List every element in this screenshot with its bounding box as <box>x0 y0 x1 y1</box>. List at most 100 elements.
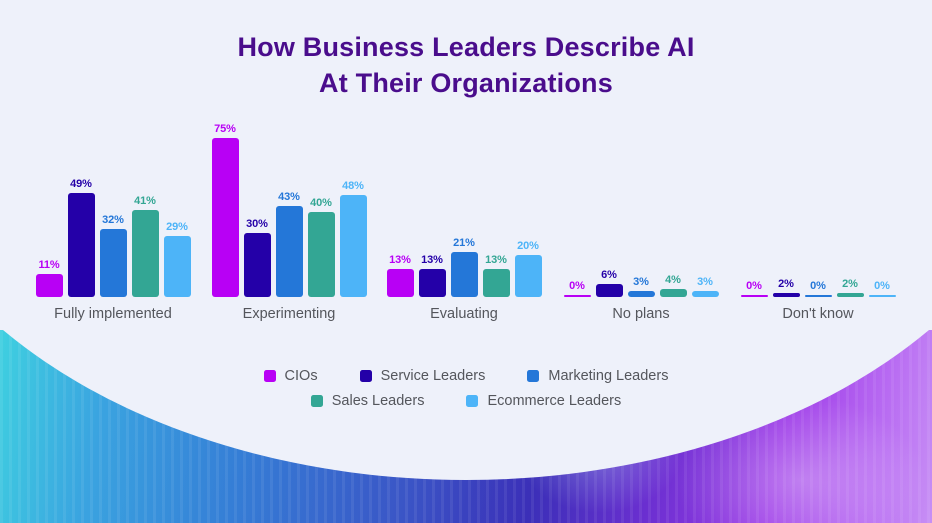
bar-group: 13% 13% 21% 13% 20% Evaluating <box>384 0 544 340</box>
bar[interactable] <box>243 233 271 297</box>
bar-group: 75% 30% 43% 40% 48% Experimenting <box>209 0 369 340</box>
bar-slot[interactable]: 21% <box>450 97 478 297</box>
bar[interactable] <box>691 290 719 297</box>
bar-value-label: 0% <box>810 280 826 292</box>
bar-group-bars: 0% 6% 3% 4% 3% <box>561 97 721 297</box>
bar-value-label: 6% <box>601 269 617 282</box>
bar-value-label: 43% <box>278 190 300 203</box>
bar-slot[interactable]: 4% <box>659 97 687 297</box>
bar[interactable] <box>595 284 623 297</box>
bar-value-label: 41% <box>134 195 156 208</box>
chart-legend: CIOs Service Leaders Marketing Leaders Sal… <box>0 368 932 418</box>
bar[interactable] <box>418 269 446 297</box>
bar-slot[interactable]: 13% <box>482 97 510 297</box>
legend-item[interactable]: Sales Leaders <box>310 393 425 409</box>
legend-swatch-icon <box>527 370 540 382</box>
category-label: Experimenting <box>242 306 336 322</box>
bar-slot[interactable]: 40% <box>307 97 335 297</box>
bar-slot[interactable]: 3% <box>627 97 655 297</box>
bar-value-label: 0% <box>874 280 890 292</box>
legend-label: Service Leaders <box>380 368 486 384</box>
bar-slot[interactable]: 0% <box>563 97 591 297</box>
bar-slot[interactable]: 29% <box>163 97 191 297</box>
bar[interactable] <box>450 252 478 297</box>
bar[interactable] <box>659 288 687 297</box>
bar[interactable] <box>131 210 159 297</box>
bar-slot[interactable]: 2% <box>772 97 800 297</box>
bar-slot[interactable]: 0% <box>740 97 768 297</box>
bar-slot[interactable]: 48% <box>339 97 367 297</box>
bar[interactable] <box>804 295 832 297</box>
bar-value-label: 2% <box>778 277 794 290</box>
category-label: Don't know <box>782 306 854 322</box>
bar-slot[interactable]: 43% <box>275 97 303 297</box>
legend-swatch-icon <box>359 370 372 382</box>
bar-value-label: 13% <box>389 254 411 267</box>
bar-group-bars: 75% 30% 43% 40% 48% <box>209 97 369 297</box>
bar-slot[interactable]: 0% <box>804 97 832 297</box>
bar-slot[interactable]: 20% <box>514 97 542 297</box>
category-label: No plans <box>612 306 670 322</box>
bar[interactable] <box>275 205 303 297</box>
bar-value-label: 0% <box>746 280 762 292</box>
category-label: Evaluating <box>430 306 498 322</box>
bar-slot[interactable]: 11% <box>35 97 63 297</box>
legend-item[interactable]: Ecommerce Leaders <box>466 393 621 409</box>
bar[interactable] <box>307 212 335 297</box>
bar-slot[interactable]: 32% <box>99 97 127 297</box>
bar[interactable] <box>163 235 191 297</box>
bar[interactable] <box>99 229 127 297</box>
category-label: Fully implemented <box>54 306 172 322</box>
bar-group: 0% 6% 3% 4% 3% No plans <box>561 0 721 340</box>
legend-item[interactable]: CIOs <box>263 368 318 384</box>
bar-group-bars: 13% 13% 21% 13% 20% <box>384 97 544 297</box>
bar-group: 0% 2% 0% 2% 0% Don't know <box>738 0 898 340</box>
bar-value-label: 0% <box>569 280 585 292</box>
chart-canvas: How Business Leaders Describe AI At Thei… <box>0 0 932 523</box>
bar-value-label: 40% <box>310 197 332 210</box>
bar-slot[interactable]: 0% <box>868 97 896 297</box>
bar[interactable] <box>772 292 800 297</box>
bar-slot[interactable]: 75% <box>211 97 239 297</box>
bar-value-label: 3% <box>633 275 649 288</box>
legend-swatch-icon <box>263 370 276 382</box>
bar[interactable] <box>836 292 864 297</box>
bar-value-label: 3% <box>697 275 713 288</box>
bar-slot[interactable]: 2% <box>836 97 864 297</box>
legend-row-1: CIOs Service Leaders Marketing Leaders <box>0 368 932 384</box>
legend-item[interactable]: Marketing Leaders <box>527 368 668 384</box>
bar-value-label: 29% <box>166 220 188 233</box>
legend-row-2: Sales Leaders Ecommerce Leaders <box>0 393 932 409</box>
bar[interactable] <box>386 269 414 297</box>
bar-slot[interactable]: 13% <box>386 97 414 297</box>
bar-value-label: 13% <box>421 254 443 267</box>
bar[interactable] <box>514 254 542 297</box>
legend-label: Sales Leaders <box>331 393 425 409</box>
bar-value-label: 49% <box>70 178 92 191</box>
bar-value-label: 75% <box>214 123 236 135</box>
legend-item[interactable]: Service Leaders <box>359 368 486 384</box>
bar-slot[interactable]: 13% <box>418 97 446 297</box>
bar-value-label: 11% <box>38 258 60 271</box>
bar-value-label: 21% <box>453 237 475 250</box>
bar-slot[interactable]: 41% <box>131 97 159 297</box>
bar[interactable] <box>563 295 591 297</box>
bar-value-label: 48% <box>342 180 364 193</box>
bar[interactable] <box>35 273 63 297</box>
bar-group-bars: 0% 2% 0% 2% 0% <box>738 97 898 297</box>
bar-slot[interactable]: 6% <box>595 97 623 297</box>
legend-swatch-icon <box>310 395 323 407</box>
bar[interactable] <box>868 295 896 297</box>
plot-area: 11% 49% 32% 41% 29% Fully implemented 75% 30% 43… <box>0 0 932 340</box>
bar[interactable] <box>627 290 655 297</box>
bar[interactable] <box>211 138 239 297</box>
bar[interactable] <box>339 195 367 297</box>
legend-label: CIOs <box>284 368 318 384</box>
bar[interactable] <box>67 193 95 297</box>
bar[interactable] <box>482 269 510 297</box>
bar-slot[interactable]: 3% <box>691 97 719 297</box>
bar-group: 11% 49% 32% 41% 29% Fully implemented <box>33 0 193 340</box>
bar[interactable] <box>740 295 768 297</box>
bar-slot[interactable]: 49% <box>67 97 95 297</box>
bar-slot[interactable]: 30% <box>243 97 271 297</box>
